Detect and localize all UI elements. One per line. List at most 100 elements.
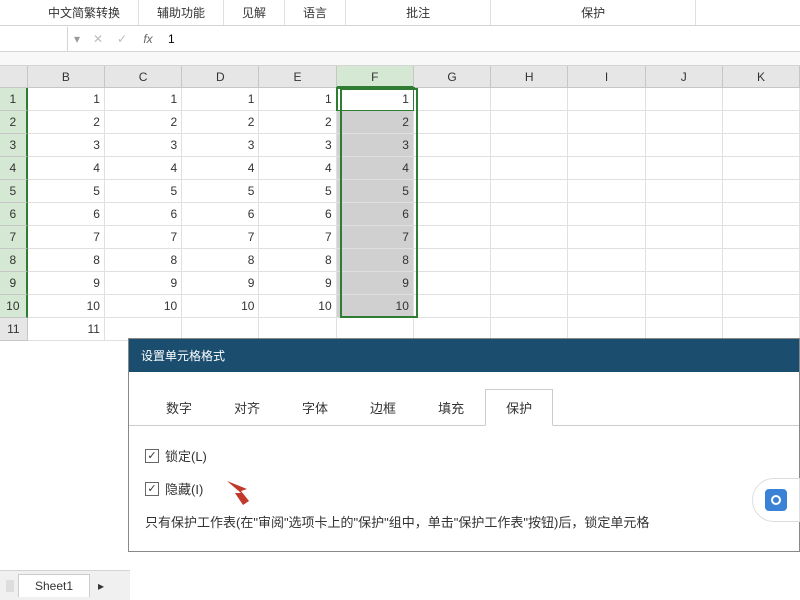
cell[interactable]: 1 — [105, 88, 182, 111]
name-box-dropdown-icon[interactable]: ▾ — [68, 27, 86, 51]
cell[interactable] — [723, 134, 800, 157]
cell[interactable]: 8 — [259, 249, 336, 272]
cell[interactable] — [491, 134, 568, 157]
cell[interactable]: 3 — [337, 134, 414, 157]
column-header[interactable]: H — [491, 66, 568, 88]
cell[interactable]: 5 — [182, 180, 259, 203]
row-header[interactable]: 3 — [0, 134, 28, 157]
column-header[interactable]: B — [28, 66, 105, 88]
cell[interactable] — [723, 111, 800, 134]
cell[interactable] — [723, 88, 800, 111]
cell[interactable]: 6 — [182, 203, 259, 226]
cell[interactable]: 2 — [182, 111, 259, 134]
cell[interactable]: 11 — [28, 318, 105, 341]
cell[interactable] — [414, 272, 491, 295]
hide-checkbox-row[interactable]: ✓ 隐藏(I) — [145, 479, 783, 498]
cell[interactable]: 5 — [105, 180, 182, 203]
dialog-tab[interactable]: 保护 — [485, 389, 553, 426]
cell[interactable]: 2 — [259, 111, 336, 134]
cell[interactable]: 7 — [28, 226, 105, 249]
hide-checkbox[interactable]: ✓ — [145, 482, 159, 496]
cell[interactable]: 10 — [337, 295, 414, 318]
cell[interactable] — [646, 295, 723, 318]
column-header[interactable]: K — [723, 66, 800, 88]
cell[interactable]: 5 — [28, 180, 105, 203]
dialog-tab[interactable]: 字体 — [281, 389, 349, 426]
formula-input[interactable] — [162, 27, 800, 51]
cell[interactable] — [568, 111, 645, 134]
cell[interactable]: 5 — [259, 180, 336, 203]
cell[interactable] — [491, 111, 568, 134]
cell[interactable] — [568, 180, 645, 203]
cell[interactable]: 9 — [28, 272, 105, 295]
dialog-tab[interactable]: 填充 — [417, 389, 485, 426]
cell[interactable]: 1 — [182, 88, 259, 111]
cell[interactable] — [568, 134, 645, 157]
column-header[interactable]: E — [259, 66, 336, 88]
cell[interactable] — [414, 226, 491, 249]
cell[interactable] — [414, 249, 491, 272]
cell[interactable] — [646, 203, 723, 226]
cell[interactable] — [414, 88, 491, 111]
row-header[interactable]: 5 — [0, 180, 28, 203]
cell[interactable] — [646, 272, 723, 295]
cell[interactable]: 3 — [105, 134, 182, 157]
cell[interactable] — [723, 203, 800, 226]
cell[interactable]: 4 — [259, 157, 336, 180]
cell[interactable] — [723, 249, 800, 272]
cell[interactable]: 3 — [182, 134, 259, 157]
cell[interactable]: 1 — [337, 88, 414, 111]
cell[interactable]: 2 — [337, 111, 414, 134]
dialog-tab[interactable]: 边框 — [349, 389, 417, 426]
ribbon-tab-protect[interactable]: 保护 — [491, 0, 696, 25]
cell[interactable] — [646, 134, 723, 157]
cell[interactable] — [414, 295, 491, 318]
cell[interactable]: 3 — [259, 134, 336, 157]
cell[interactable] — [568, 226, 645, 249]
cell[interactable]: 9 — [259, 272, 336, 295]
cell[interactable]: 9 — [182, 272, 259, 295]
cell[interactable]: 8 — [105, 249, 182, 272]
cell[interactable]: 7 — [337, 226, 414, 249]
cell[interactable]: 10 — [28, 295, 105, 318]
ribbon-tab-simptrad[interactable]: 中文简繁转换 — [30, 0, 139, 25]
cell[interactable]: 6 — [105, 203, 182, 226]
dialog-tab[interactable]: 对齐 — [213, 389, 281, 426]
cell[interactable] — [568, 249, 645, 272]
cell[interactable] — [723, 295, 800, 318]
formula-confirm-icon[interactable]: ✓ — [110, 32, 134, 46]
cell[interactable] — [723, 226, 800, 249]
row-header[interactable]: 8 — [0, 249, 28, 272]
cell[interactable] — [491, 203, 568, 226]
cell[interactable]: 9 — [337, 272, 414, 295]
cell[interactable] — [568, 272, 645, 295]
column-header[interactable]: F — [337, 66, 414, 88]
cell[interactable]: 10 — [182, 295, 259, 318]
cell[interactable] — [414, 134, 491, 157]
row-header[interactable]: 2 — [0, 111, 28, 134]
row-header[interactable]: 10 — [0, 295, 28, 318]
cell[interactable] — [491, 180, 568, 203]
cell[interactable]: 6 — [259, 203, 336, 226]
cell[interactable]: 3 — [28, 134, 105, 157]
cell[interactable] — [723, 272, 800, 295]
select-all-corner[interactable] — [0, 66, 28, 88]
cell[interactable]: 1 — [28, 88, 105, 111]
cell[interactable]: 7 — [182, 226, 259, 249]
dialog-tab[interactable]: 数字 — [145, 389, 213, 426]
ribbon-tab-accessibility[interactable]: 辅助功能 — [139, 0, 224, 25]
cell[interactable]: 1 — [259, 88, 336, 111]
cell[interactable]: 10 — [105, 295, 182, 318]
sheet-tab[interactable]: Sheet1 — [18, 574, 90, 597]
column-header[interactable]: I — [568, 66, 645, 88]
lock-checkbox[interactable]: ✓ — [145, 449, 159, 463]
cell[interactable]: 4 — [28, 157, 105, 180]
cell[interactable]: 8 — [337, 249, 414, 272]
cell[interactable] — [646, 226, 723, 249]
cell[interactable]: 4 — [105, 157, 182, 180]
cell[interactable]: 6 — [28, 203, 105, 226]
ribbon-tab-comments[interactable]: 批注 — [346, 0, 491, 25]
cell[interactable] — [646, 180, 723, 203]
column-header[interactable]: J — [646, 66, 723, 88]
cell[interactable]: 7 — [259, 226, 336, 249]
